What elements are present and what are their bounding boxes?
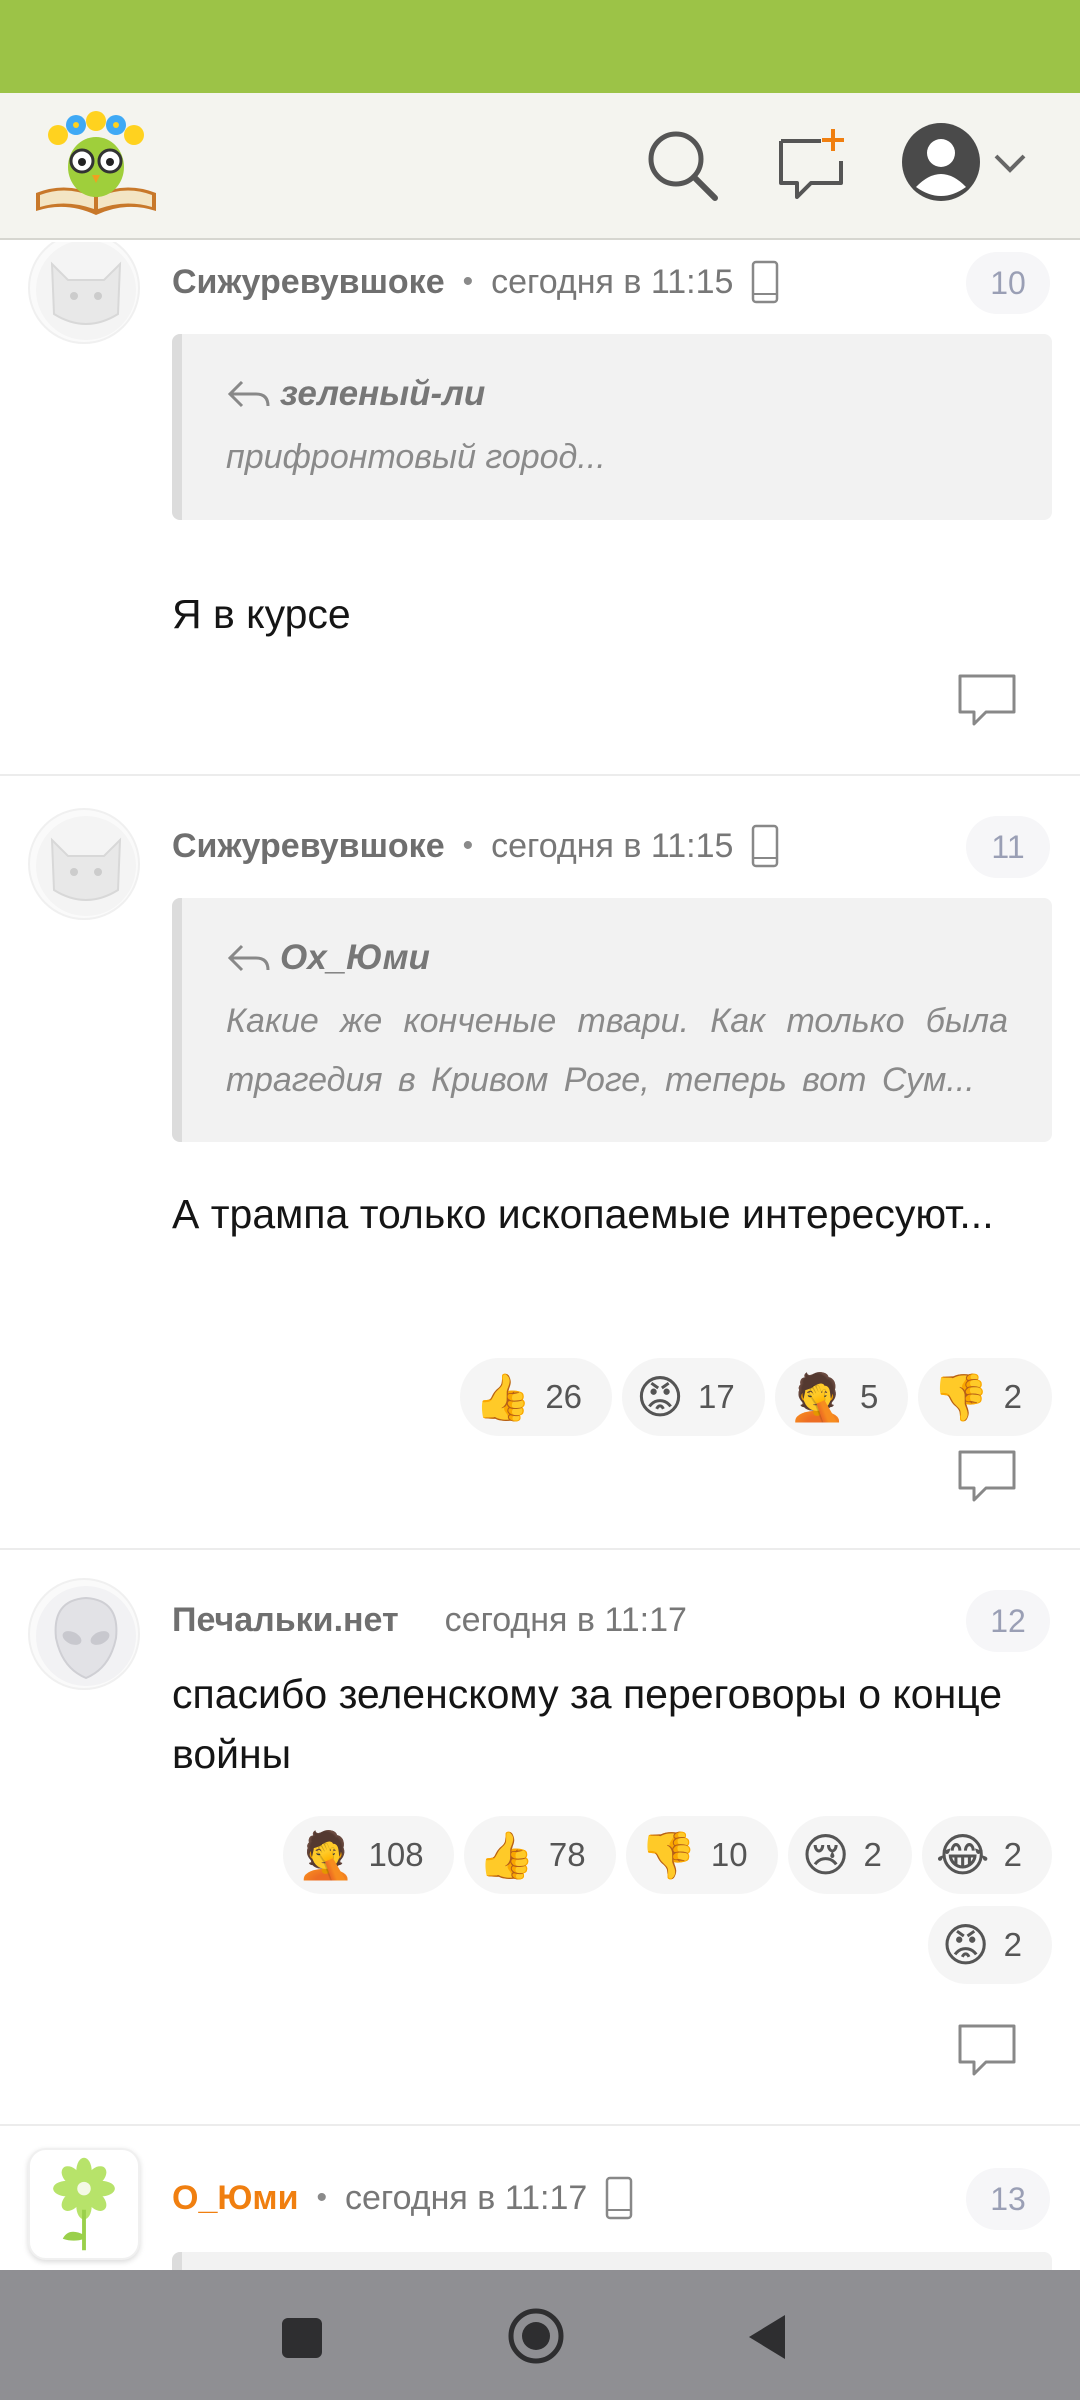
quote-header: зеленый-ли: [226, 374, 1008, 414]
quote-header: Ох_Юми: [226, 938, 1008, 978]
author-avatar[interactable]: [28, 2148, 140, 2260]
separator-dot: •: [462, 829, 474, 862]
comment-number[interactable]: 12: [966, 1590, 1050, 1652]
reaction-thumbs-up[interactable]: 👍 26: [460, 1358, 613, 1436]
home-circle-icon[interactable]: [507, 2307, 565, 2365]
reaction-count: 108: [368, 1836, 424, 1873]
reaction-count: 2: [863, 1836, 882, 1873]
alien-avatar-icon: [36, 1586, 136, 1686]
quote-author[interactable]: Ох_Юми: [280, 938, 430, 978]
author-avatar[interactable]: [28, 242, 140, 344]
recents-square-icon[interactable]: [280, 2316, 324, 2360]
comment-meta: Печальки.нет сегодня в 11:17: [172, 1594, 687, 1646]
comment-meta: О_Юми • сегодня в 11:17: [172, 2172, 633, 2224]
laughing-face-icon: 😂: [935, 1828, 990, 1882]
reactions-row: 🤦 108 👍 78 👎 10 😢 2 😂 2: [283, 1816, 1052, 1894]
reactions-row: 👍 26 😡 17 🤦 5 👎 2: [460, 1358, 1052, 1436]
quote-text: прифронтовый город...: [226, 438, 606, 476]
reaction-facepalm[interactable]: 🤦 108: [283, 1816, 454, 1894]
mobile-device-icon: [752, 824, 779, 868]
reaction-count: 2: [1003, 1836, 1022, 1873]
cat-avatar-icon: [36, 242, 136, 340]
author-name[interactable]: Сижуревувшоке: [172, 263, 445, 302]
comment-text: Я в курсе: [172, 591, 351, 637]
comment-number[interactable]: 10: [966, 252, 1050, 314]
reply-arrow-icon: [227, 944, 270, 972]
crying-face-icon: 😢: [801, 1828, 850, 1882]
comment-number[interactable]: 11: [966, 816, 1050, 878]
facepalm-icon: 🤦: [788, 1370, 846, 1424]
angry-face-icon: 😡: [636, 1370, 684, 1424]
author-avatar[interactable]: [28, 1578, 140, 1690]
thumbs-down-icon: 👎: [639, 1828, 697, 1882]
comment-item: О_Юми • сегодня в 11:17 13: [0, 2128, 1080, 2270]
status-bar: [0, 0, 1080, 93]
mobile-device-icon: [752, 260, 779, 304]
angry-face-icon: 😡: [941, 1918, 990, 1972]
comment-text: спасибо зеленскому за переговоры о конце…: [172, 1671, 1003, 1777]
search-icon[interactable]: [645, 128, 719, 202]
reply-comment-icon[interactable]: [956, 1448, 1018, 1504]
quote-text: Какие же конченые твари. Как только была…: [226, 1002, 1008, 1099]
reply-comment-icon[interactable]: [956, 2022, 1018, 2078]
cat-avatar-icon: [36, 816, 136, 916]
quote-block[interactable]: Ох_Юми Какие же конченые твари. Как толь…: [172, 898, 1052, 1142]
system-nav-bar: [0, 2270, 1080, 2400]
reaction-count: 26: [545, 1378, 583, 1415]
flower-avatar-icon: [53, 2157, 115, 2251]
back-triangle-icon[interactable]: [745, 2313, 789, 2361]
comment-time: сегодня в 11:15: [491, 826, 734, 865]
comment-time: сегодня в 11:15: [491, 262, 734, 301]
thumbs-up-icon: 👍: [477, 1828, 535, 1882]
thumbs-down-icon: 👎: [932, 1370, 990, 1424]
reply-arrow-icon: [227, 380, 270, 408]
quote-author[interactable]: зеленый-ли: [280, 374, 485, 414]
comment-meta: Сижуревувшоке • сегодня в 11:15: [172, 256, 779, 308]
reaction-thumbs-down[interactable]: 👎 2: [918, 1358, 1052, 1436]
comment-text: А трампа только ископаемые интересуют...: [172, 1191, 994, 1237]
reaction-crying[interactable]: 😢 2: [787, 1816, 912, 1894]
mobile-device-icon: [606, 2176, 633, 2220]
comment-item: Сижуревувшоке • сегодня в 11:15 11 Ох_Юм…: [0, 778, 1080, 1550]
chevron-down-icon[interactable]: [992, 148, 1028, 176]
site-logo[interactable]: [30, 109, 162, 221]
new-chat-icon[interactable]: [775, 125, 851, 201]
reaction-facepalm[interactable]: 🤦 5: [774, 1358, 909, 1436]
reaction-laughing[interactable]: 😂 2: [921, 1816, 1052, 1894]
comment-meta: Сижуревувшоке • сегодня в 11:15: [172, 820, 779, 872]
reaction-count: 17: [698, 1378, 735, 1415]
author-name[interactable]: О_Юми: [172, 2179, 298, 2218]
comment-time: сегодня в 11:17: [444, 1600, 687, 1639]
reaction-count: 10: [710, 1836, 748, 1873]
app-header: [0, 93, 1080, 240]
comment-time: сегодня в 11:17: [345, 2178, 588, 2217]
author-name[interactable]: Печальки.нет: [172, 1601, 399, 1640]
quote-block[interactable]: зеленый-ли прифронтовый город...: [172, 334, 1052, 520]
author-name[interactable]: Сижуревувшоке: [172, 827, 445, 866]
reaction-count: 5: [860, 1378, 879, 1415]
reaction-angry[interactable]: 😡 2: [927, 1906, 1052, 1984]
reaction-count: 78: [548, 1836, 586, 1873]
comment-item: Печальки.нет сегодня в 11:17 12 спасибо …: [0, 1552, 1080, 2126]
comment-item: Сижуревувшоке • сегодня в 11:15 10 зелен…: [0, 242, 1080, 776]
comments-feed: Сижуревувшоке • сегодня в 11:15 10 зелен…: [0, 242, 1080, 2270]
comment-number[interactable]: 13: [966, 2168, 1050, 2230]
user-avatar-icon[interactable]: [900, 121, 982, 203]
thumbs-up-icon: 👍: [474, 1370, 532, 1424]
quote-block[interactable]: [172, 2252, 1052, 2270]
reaction-thumbs-up[interactable]: 👍 78: [463, 1816, 616, 1894]
reactions-row: 😡 2: [927, 1906, 1052, 1984]
reaction-count: 2: [1003, 1926, 1022, 1963]
separator-dot: •: [462, 265, 474, 298]
author-avatar[interactable]: [28, 808, 140, 920]
reply-comment-icon[interactable]: [956, 672, 1018, 728]
reaction-angry[interactable]: 😡 17: [622, 1358, 765, 1436]
separator-dot: •: [316, 2181, 327, 2214]
reaction-thumbs-down[interactable]: 👎 10: [625, 1816, 778, 1894]
facepalm-icon: 🤦: [297, 1828, 355, 1882]
reaction-count: 2: [1003, 1378, 1022, 1415]
